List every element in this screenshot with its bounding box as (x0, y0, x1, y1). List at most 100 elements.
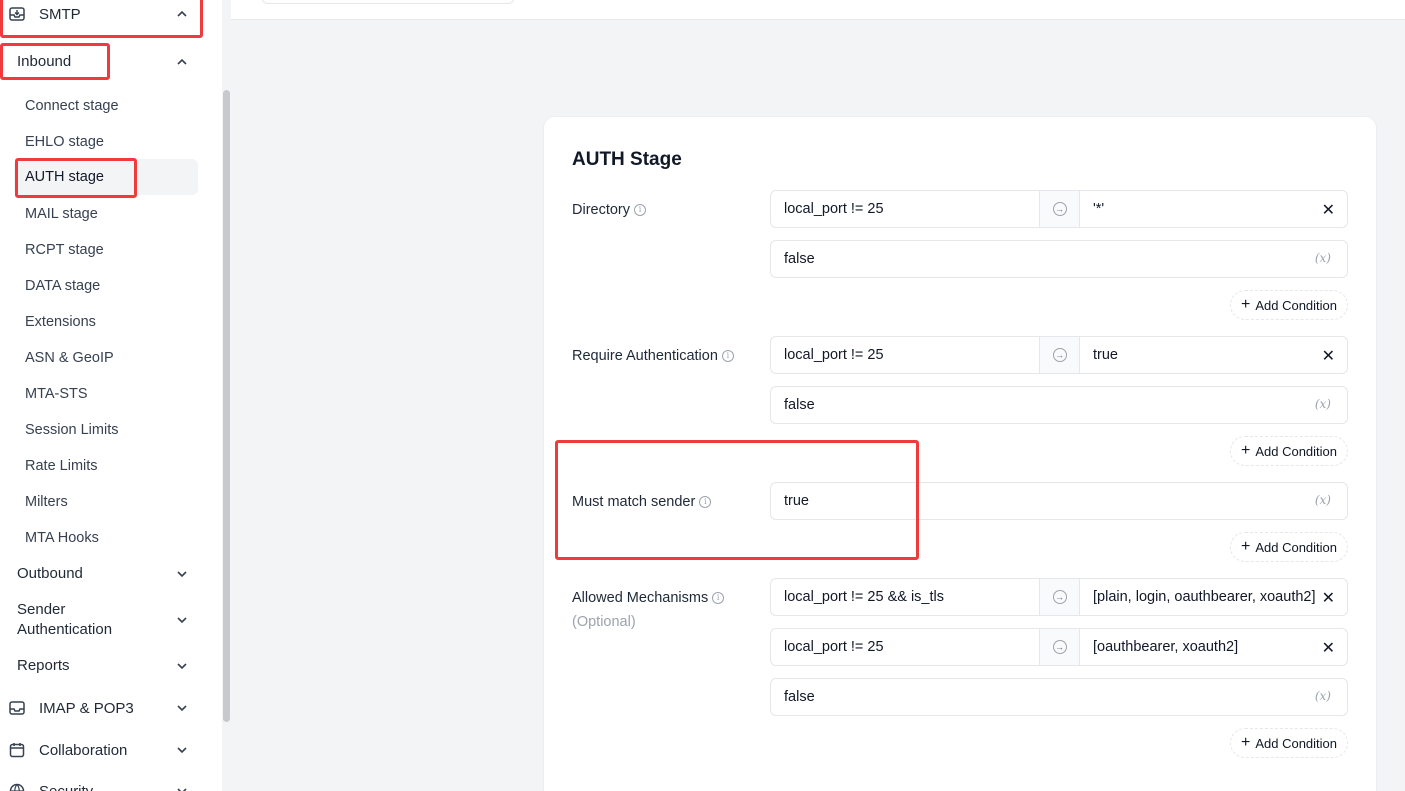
info-icon: i (699, 496, 712, 508)
sidebar-item-label: Sender Authentication (17, 601, 113, 638)
sidebar-item-label: SMTP (39, 5, 81, 23)
sidebar-item-imap-pop3[interactable]: IMAP & POP3 (0, 696, 210, 720)
mechanisms-condition-if-input[interactable]: local_port != 25 && is_tls (771, 579, 1040, 615)
sidebar-item-label: Outbound (17, 565, 83, 582)
directory-condition-row: local_port != 25 → '*' ✕ (770, 190, 1348, 228)
sidebar-item-reports[interactable]: Reports (0, 654, 210, 678)
mechanisms-condition-if-input[interactable]: local_port != 25 (771, 629, 1040, 665)
mechanisms-condition-then-value: [oauthbearer, xoauth2] (1093, 639, 1239, 655)
must-match-sender-value: true (784, 493, 809, 509)
require-auth-label: Require Authentication i (572, 348, 734, 364)
search-input[interactable] (261, 0, 515, 4)
variable-icon[interactable]: (x) (1315, 689, 1331, 703)
plus-icon: + (1240, 296, 1251, 313)
chevron-up-icon (177, 58, 187, 65)
mechanisms-condition-row: local_port != 25 → [oauthbearer, xoauth2… (770, 628, 1348, 666)
require-auth-condition-then-input[interactable]: true ✕ (1080, 337, 1347, 373)
sidebar-item-label: Reports (17, 657, 70, 674)
chevron-down-icon (177, 571, 187, 578)
sidebar-item-smtp[interactable]: SMTP (0, 2, 210, 26)
top-bar (231, 0, 1405, 20)
directory-default-input[interactable]: false (x) (770, 240, 1348, 278)
sidebar-item-rcpt-stage[interactable]: RCPT stage (0, 238, 210, 262)
close-icon[interactable]: ✕ (1322, 346, 1335, 366)
sidebar-item-data-stage[interactable]: DATA stage (0, 274, 210, 298)
sidebar-item-label: Security (39, 782, 94, 791)
close-icon[interactable]: ✕ (1322, 200, 1335, 220)
directory-default-value: false (784, 251, 815, 267)
sidebar-scrollbar[interactable] (222, 0, 231, 791)
add-condition-label: Add Condition (1255, 297, 1337, 313)
mechanisms-condition-then-value: [plain, login, oauthbearer, xoauth2] (1093, 589, 1316, 605)
require-auth-default-input[interactable]: false (x) (770, 386, 1348, 424)
mechanisms-default-input[interactable]: false (x) (770, 678, 1348, 716)
info-icon: i (634, 204, 647, 216)
chevron-up-icon (177, 10, 187, 17)
require-auth-condition-if-input[interactable]: local_port != 25 (771, 337, 1040, 373)
require-auth-condition-arrow: → (1040, 337, 1080, 373)
sidebar-item-inbound[interactable]: Inbound (0, 50, 210, 74)
must-match-sender-label-text: Must match sender (572, 494, 696, 510)
require-auth-add-condition-button[interactable]: + Add Condition (1230, 436, 1348, 466)
sidebar-item-mta-hooks[interactable]: MTA Hooks (0, 526, 210, 550)
inbox-download-icon (9, 7, 25, 21)
arrow-right-circle-icon: → (1052, 348, 1067, 362)
must-match-sender-label: Must match sender i (572, 494, 712, 510)
directory-condition-if-input[interactable]: local_port != 25 (771, 191, 1040, 227)
variable-icon[interactable]: (x) (1315, 251, 1331, 265)
directory-add-condition-button[interactable]: + Add Condition (1230, 290, 1348, 320)
mechanisms-default-value: false (784, 689, 815, 705)
directory-condition-then-input[interactable]: '*' ✕ (1080, 191, 1347, 227)
chevron-down-icon (177, 663, 187, 670)
allowed-mechanisms-optional: (Optional) (572, 614, 636, 630)
require-auth-condition-then-value: true (1093, 347, 1118, 363)
close-icon[interactable]: ✕ (1322, 638, 1335, 658)
arrow-right-circle-icon: → (1052, 640, 1067, 654)
sidebar-item-label: ASN & GeoIP (25, 350, 114, 366)
sidebar-item-rate-limits[interactable]: Rate Limits (0, 454, 210, 478)
mechanisms-condition-then-input[interactable]: [oauthbearer, xoauth2] ✕ (1080, 629, 1347, 665)
info-icon: i (712, 592, 725, 604)
sidebar-item-label: MTA Hooks (25, 530, 99, 546)
sidebar-item-label: EHLO stage (25, 134, 104, 150)
info-icon: i (721, 350, 734, 362)
close-icon[interactable]: ✕ (1315, 588, 1335, 608)
sidebar-item-connect-stage[interactable]: Connect stage (0, 94, 210, 118)
sidebar-item-label: IMAP & POP3 (39, 699, 134, 717)
add-condition-label: Add Condition (1255, 443, 1337, 459)
mechanisms-condition-arrow: → (1040, 579, 1080, 615)
arrow-right-circle-icon: → (1052, 590, 1067, 604)
sidebar-item-mta-sts[interactable]: MTA-STS (0, 382, 210, 406)
sidebar-item-auth-stage[interactable]: AUTH stage (14, 159, 198, 195)
mechanisms-condition-arrow: → (1040, 629, 1080, 665)
sidebar-item-milters[interactable]: Milters (0, 490, 210, 514)
sidebar-item-ehlo-stage[interactable]: EHLO stage (0, 130, 210, 154)
sidebar-item-extensions[interactable]: Extensions (0, 310, 210, 334)
require-auth-condition-row: local_port != 25 → true ✕ (770, 336, 1348, 374)
globe-icon (9, 783, 25, 791)
sidebar-item-security[interactable]: Security (0, 779, 210, 791)
mechanisms-condition-then-input[interactable]: [plain, login, oauthbearer, xoauth2] ✕ (1080, 579, 1347, 615)
sidebar-item-session-limits[interactable]: Session Limits (0, 418, 210, 442)
require-auth-label-text: Require Authentication (572, 348, 718, 364)
sidebar-scrollbar-thumb[interactable] (223, 90, 230, 722)
app-root: SMTP Inbound Connect stage EHLO stage AU… (0, 0, 1405, 791)
sidebar-item-label: Session Limits (25, 422, 119, 438)
sidebar-item-label: MTA-STS (25, 386, 88, 402)
must-match-sender-add-condition-button[interactable]: + Add Condition (1230, 532, 1348, 562)
sidebar-item-outbound[interactable]: Outbound (0, 562, 210, 586)
mechanisms-add-condition-button[interactable]: + Add Condition (1230, 728, 1348, 758)
sidebar-item-sender-authentication[interactable]: Sender Authentication (0, 598, 210, 642)
sidebar-item-label: DATA stage (25, 278, 101, 294)
sidebar-item-asn-geoip[interactable]: ASN & GeoIP (0, 346, 210, 370)
must-match-sender-input[interactable]: true (x) (770, 482, 1348, 520)
sidebar-item-mail-stage[interactable]: MAIL stage (0, 202, 210, 226)
sidebar-item-collaboration[interactable]: Collaboration (0, 738, 210, 762)
variable-icon[interactable]: (x) (1315, 493, 1331, 507)
variable-icon[interactable]: (x) (1315, 397, 1331, 411)
directory-label-text: Directory (572, 202, 631, 218)
plus-icon: + (1240, 442, 1251, 459)
sidebar-item-label: Extensions (25, 314, 96, 330)
inbox-icon (9, 701, 25, 715)
arrow-right-circle-icon: → (1052, 202, 1067, 216)
